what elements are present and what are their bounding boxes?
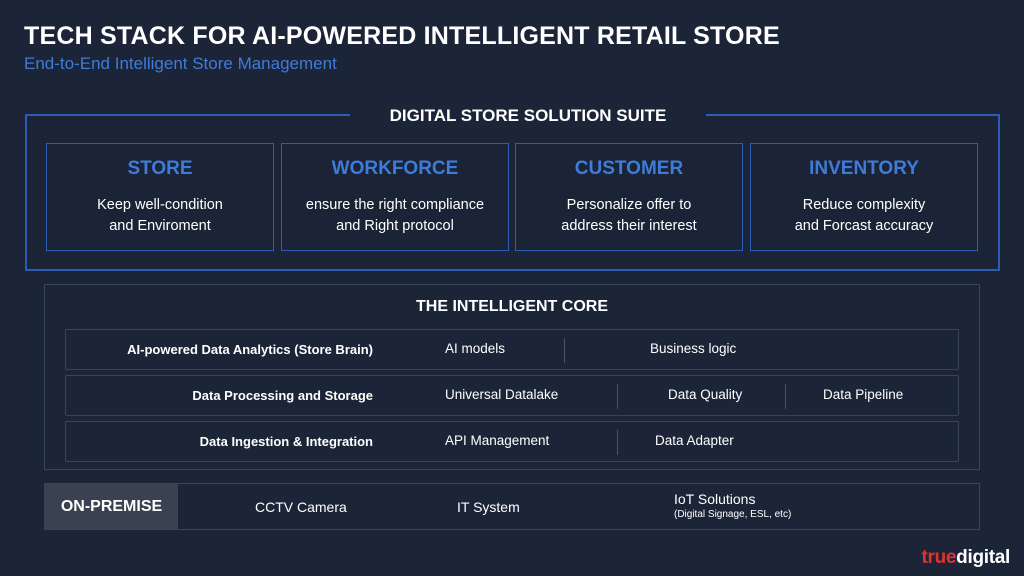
row-item: Universal Datalake [445, 387, 559, 402]
core-row-processing: Data Processing and Storage Universal Da… [65, 375, 959, 416]
onprem-item-iot: IoT Solutions [674, 491, 756, 507]
card-title: WORKFORCE [331, 158, 459, 179]
onprem-item-it-system: IT System [457, 499, 520, 515]
row-divider [617, 430, 618, 455]
card-title: STORE [127, 158, 193, 179]
row-divider [617, 384, 618, 409]
logo-digital: digital [956, 547, 1010, 568]
onprem-iot-note: (Digital Signage, ESL, etc) [674, 509, 792, 520]
page-title: TECH STACK FOR AI-POWERED INTELLIGENT RE… [24, 22, 780, 50]
row-item: Data Adapter [655, 433, 734, 448]
row-item: Data Pipeline [823, 387, 904, 402]
row-label: AI-powered Data Analytics (Store Brain) [127, 342, 373, 357]
card-desc-line: and Forcast accuracy [794, 218, 934, 234]
suite-card-workforce: WORKFORCE ensure the right compliance an… [281, 143, 509, 251]
row-item: AI models [445, 341, 506, 356]
core-row-ingestion: Data Ingestion & Integration API Managem… [65, 421, 959, 462]
page-subtitle: End-to-End Intelligent Store Management [24, 54, 337, 73]
card-desc-line: ensure the right compliance [305, 197, 485, 213]
row-label: Data Ingestion & Integration [199, 434, 373, 449]
on-premise-label: ON-PREMISE [45, 484, 178, 529]
card-description: Keep well-condition and Enviroment [47, 195, 273, 237]
row-divider [564, 338, 565, 363]
card-desc-line: Personalize offer to [566, 197, 692, 213]
card-desc-line: Reduce complexity [802, 197, 926, 213]
suite-card-inventory: INVENTORY Reduce complexity and Forcast … [750, 143, 978, 251]
onprem-item-cctv: CCTV Camera [255, 499, 347, 515]
solution-suite-title: DIGITAL STORE SOLUTION SUITE [350, 104, 706, 128]
truedigital-logo: truedigital [921, 547, 1010, 569]
suite-card-store: STORE Keep well-condition and Enviroment [46, 143, 274, 251]
card-description: ensure the right compliance and Right pr… [282, 195, 508, 237]
row-item: API Management [445, 433, 550, 448]
card-description: Personalize offer to address their inter… [516, 195, 742, 237]
card-desc-line: address their interest [561, 218, 697, 234]
row-item: Data Quality [668, 387, 743, 402]
card-title: INVENTORY [809, 158, 919, 179]
card-desc-line: and Right protocol [336, 218, 454, 234]
card-description: Reduce complexity and Forcast accuracy [751, 195, 977, 237]
suite-card-customer: CUSTOMER Personalize offer to address th… [515, 143, 743, 251]
intelligent-core-title: THE INTELLIGENT CORE [416, 298, 608, 315]
core-row-analytics: AI-powered Data Analytics (Store Brain) … [65, 329, 959, 370]
card-title: CUSTOMER [574, 158, 684, 179]
row-item: Business logic [650, 341, 737, 356]
card-desc-line: and Enviroment [109, 218, 211, 234]
row-label: Data Processing and Storage [192, 388, 373, 403]
card-desc-line: Keep well-condition [97, 197, 223, 213]
row-divider [785, 384, 786, 409]
logo-true: true [921, 547, 957, 568]
